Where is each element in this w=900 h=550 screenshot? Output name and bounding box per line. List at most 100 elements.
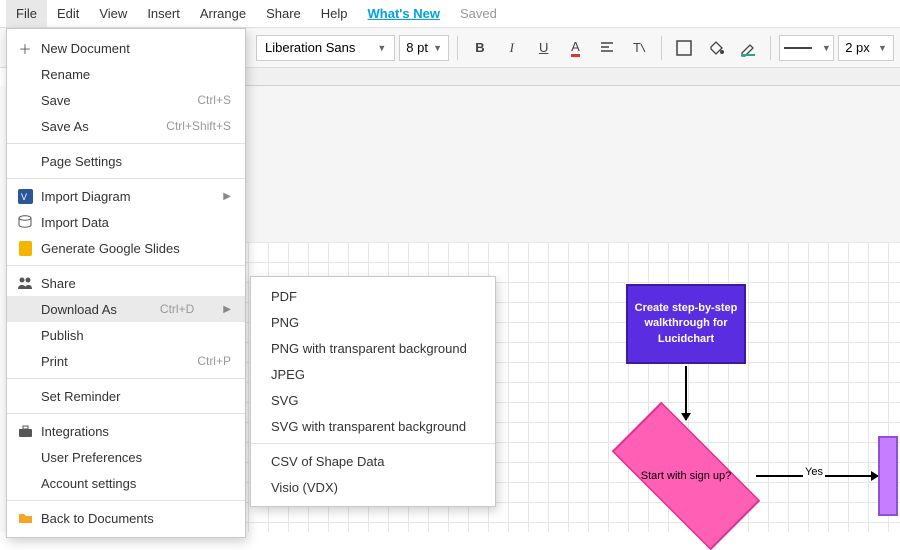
menu-bar: File Edit View Insert Arrange Share Help… [0,0,900,28]
menu-file[interactable]: File [6,0,47,27]
submenu-item-jpeg[interactable]: JPEG [251,361,495,387]
flowchart-process-box[interactable]: Create step-by-step walkthrough for Luci… [626,284,746,364]
align-button[interactable] [593,34,621,62]
chevron-down-icon: ▼ [878,43,887,53]
menu-arrange[interactable]: Arrange [190,0,256,27]
chevron-down-icon: ▼ [433,43,442,53]
separator [7,378,245,379]
menu-whats-new[interactable]: What's New [358,0,450,27]
fill-button[interactable] [702,34,730,62]
label: Set Reminder [41,389,120,404]
submenu-item-pdf[interactable]: PDF [251,283,495,309]
shape-text: Start with sign up? [616,426,756,526]
label: Back to Documents [41,511,154,526]
menu-item-share[interactable]: Share [7,270,245,296]
briefcase-icon [17,423,33,439]
font-size-select[interactable]: 8 pt ▼ [399,35,449,61]
menu-help[interactable]: Help [311,0,358,27]
menu-item-generate-slides[interactable]: Generate Google Slides [7,235,245,261]
menu-insert[interactable]: Insert [137,0,190,27]
svg-text:T: T [633,40,641,55]
submenu-item-png[interactable]: PNG [251,309,495,335]
menu-item-integrations[interactable]: Integrations [7,418,245,444]
flowchart-decision-diamond[interactable]: Start with sign up? [616,426,756,526]
chevron-down-icon: ▼ [822,43,831,53]
label: Publish [41,328,84,343]
label: PNG [271,315,299,330]
menu-item-publish[interactable]: Publish [7,322,245,348]
label: Import Data [41,215,109,230]
folder-icon [17,510,33,526]
submenu-item-svg[interactable]: SVG [251,387,495,413]
text-style-icon: T [631,40,647,56]
submenu-item-svg-transparent[interactable]: SVG with transparent background [251,413,495,439]
submenu-item-visio[interactable]: Visio (VDX) [251,474,495,500]
label: Save [41,93,71,108]
separator [7,143,245,144]
label: Save As [41,119,89,134]
label: SVG with transparent background [271,419,466,434]
submenu-item-csv[interactable]: CSV of Shape Data [251,448,495,474]
text-style-button[interactable]: T [625,34,653,62]
label: Account settings [41,476,136,491]
label: Page Settings [41,154,122,169]
edge-label-yes[interactable]: Yes [803,466,825,478]
menu-item-save-as[interactable]: Save As Ctrl+Shift+S [7,113,245,139]
menu-view[interactable]: View [89,0,137,27]
label: PNG with transparent background [271,341,467,356]
svg-text:V: V [21,192,27,202]
line-style-select[interactable]: ▼ [779,35,835,61]
font-family-select[interactable]: Liberation Sans ▼ [256,35,395,61]
divider [457,36,458,60]
file-dropdown-menu: ＋ New Document Rename Save Ctrl+S Save A… [6,28,246,538]
label: User Preferences [41,450,142,465]
separator [7,178,245,179]
menu-item-save[interactable]: Save Ctrl+S [7,87,245,113]
pencil-icon [739,39,757,57]
database-icon [17,214,33,230]
label: New Document [41,41,130,56]
shortcut: Ctrl+S [177,93,231,107]
border-color-button[interactable] [734,34,762,62]
menu-item-rename[interactable]: Rename [7,61,245,87]
menu-edit[interactable]: Edit [47,0,89,27]
align-icon [599,40,615,56]
flowchart-arrow[interactable] [685,366,687,420]
menu-item-back-to-documents[interactable]: Back to Documents [7,505,245,531]
menu-item-account-settings[interactable]: Account settings [7,470,245,496]
label: Share [41,276,76,291]
slides-icon [17,240,33,256]
label: Print [41,354,68,369]
menu-item-new-document[interactable]: ＋ New Document [7,35,245,61]
menu-item-import-diagram[interactable]: V Import Diagram ▶ [7,183,245,209]
menu-item-download-as[interactable]: Download As Ctrl+D ▶ [7,296,245,322]
shape-tool-button[interactable] [670,34,698,62]
plus-icon: ＋ [17,40,33,56]
bold-button[interactable]: B [466,34,494,62]
menu-item-page-settings[interactable]: Page Settings [7,148,245,174]
divider [770,36,771,60]
menu-item-user-preferences[interactable]: User Preferences [7,444,245,470]
menu-share[interactable]: Share [256,0,311,27]
flowchart-process-box[interactable] [878,436,898,516]
shortcut: Ctrl+P [177,354,231,368]
menu-item-import-data[interactable]: Import Data [7,209,245,235]
separator [251,443,495,444]
download-as-submenu: PDF PNG PNG with transparent background … [250,276,496,507]
line-width-select[interactable]: 2 px ▼ [838,35,894,61]
label: JPEG [271,367,305,382]
italic-button[interactable]: I [498,34,526,62]
label: SVG [271,393,298,408]
line-icon [782,43,822,53]
label: PDF [271,289,297,304]
shortcut: Ctrl+D [140,302,194,316]
divider [661,36,662,60]
chevron-right-icon: ▶ [203,191,231,202]
menu-item-print[interactable]: Print Ctrl+P [7,348,245,374]
menu-item-set-reminder[interactable]: Set Reminder [7,383,245,409]
submenu-item-png-transparent[interactable]: PNG with transparent background [251,335,495,361]
text-color-button[interactable]: A [562,34,590,62]
label: Visio (VDX) [271,480,338,495]
line-width-value: 2 px [845,40,870,55]
underline-button[interactable]: U [530,34,558,62]
